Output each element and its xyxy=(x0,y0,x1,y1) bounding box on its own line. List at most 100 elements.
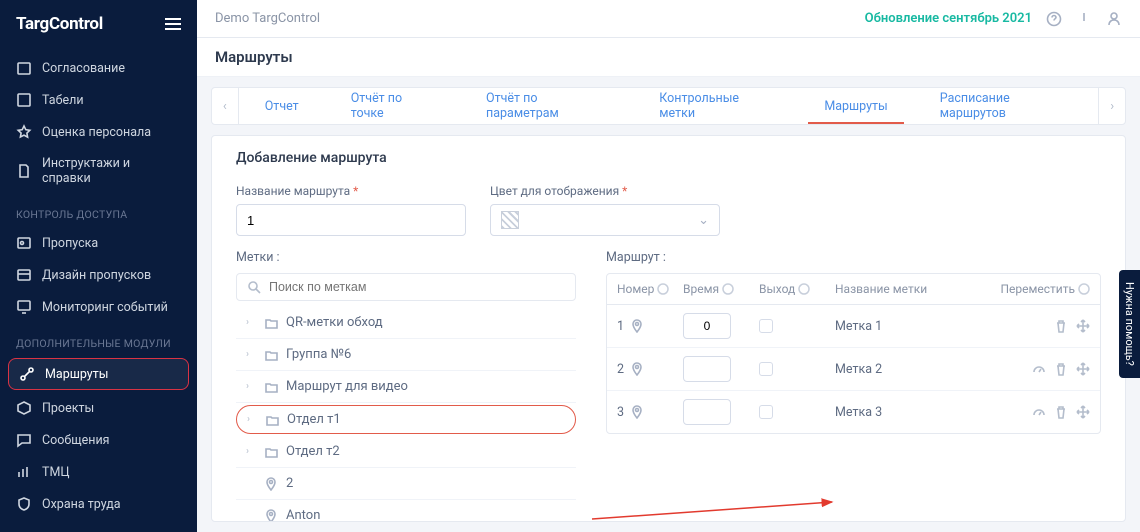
route-icon xyxy=(19,366,35,382)
tree-item-label: 2 xyxy=(286,476,293,491)
tree-item-label: QR-метки обход xyxy=(286,315,383,330)
menu-toggle-icon[interactable] xyxy=(165,18,181,30)
page-title: Маршруты xyxy=(197,38,1140,77)
help-tab[interactable]: Нужна помощь? xyxy=(1119,270,1140,378)
sidebar-item-routes[interactable]: Маршруты xyxy=(8,358,189,390)
chevron-down-icon: ⌄ xyxy=(698,213,709,228)
grid-icon xyxy=(16,92,32,108)
tree-item-label: Группа №6 xyxy=(286,347,351,362)
demo-label: Demo TargControl xyxy=(215,11,320,26)
tree-item-label: Anton xyxy=(286,508,320,522)
color-label: Цвет для отображения * xyxy=(490,184,720,198)
section-access: КОНТРОЛЬ ДОСТУПА xyxy=(0,194,197,227)
exit-checkbox[interactable] xyxy=(759,405,773,419)
route-row: 1Метка 1 xyxy=(607,305,1100,348)
logo: TargControl xyxy=(16,14,103,34)
sidebar-item-passes[interactable]: Пропуска xyxy=(0,227,197,259)
tree-item[interactable]: ›Отдел т2 xyxy=(236,436,576,468)
update-link[interactable]: Обновление сентябрь 2021 xyxy=(865,11,1032,26)
folder-icon xyxy=(264,445,278,459)
route-table: Номер Время Выход Название метки Перемес… xyxy=(606,273,1101,434)
sidebar-item-briefings[interactable]: Инструктажи и справки xyxy=(0,148,197,194)
gauge-icon[interactable] xyxy=(1032,362,1046,376)
trash-icon[interactable] xyxy=(1054,319,1068,333)
panel: Добавление маршрута Название маршрута * … xyxy=(211,135,1126,522)
tab-report[interactable]: Отчет xyxy=(239,88,325,124)
folder-icon xyxy=(264,348,278,362)
user-icon[interactable] xyxy=(1106,11,1122,27)
tabs-next[interactable]: › xyxy=(1098,88,1125,124)
route-name-label: Название маршрута * xyxy=(236,184,466,198)
doc-icon xyxy=(16,163,32,179)
tab-checkpoints[interactable]: Контрольные метки xyxy=(633,88,798,124)
sidebar-item-rating[interactable]: Оценка персонала xyxy=(0,116,197,148)
tree-item[interactable]: ›Маршрут для видео xyxy=(236,371,576,403)
time-input[interactable] xyxy=(683,356,731,382)
tag-search[interactable] xyxy=(236,273,576,301)
tabs-prev[interactable]: ‹ xyxy=(212,88,239,124)
tree-item[interactable]: Anton xyxy=(236,500,576,522)
panel-title: Добавление маршрута xyxy=(236,150,1101,166)
cube-icon xyxy=(16,400,32,416)
tree-item-label: Отдел т2 xyxy=(286,444,340,459)
sidebar-item-pass-design[interactable]: Дизайн пропусков xyxy=(0,259,197,291)
sidebar-item-approval[interactable]: Согласование xyxy=(0,52,197,84)
trash-icon[interactable] xyxy=(1054,362,1068,376)
chart-icon xyxy=(16,464,32,480)
pin-icon xyxy=(630,362,644,376)
sidebar-item-safety[interactable]: Охрана труда xyxy=(0,488,197,520)
tree-item[interactable]: ›Группа №6 xyxy=(236,339,576,371)
pin-icon xyxy=(630,405,644,419)
move-icon[interactable] xyxy=(1076,405,1090,419)
help-icon[interactable] xyxy=(1046,11,1062,27)
main: Demo TargControl Обновление сентябрь 202… xyxy=(197,0,1140,532)
route-label: Маршрут : xyxy=(606,250,1101,265)
trash-icon[interactable] xyxy=(1054,405,1068,419)
sidebar-item-assets[interactable]: ТМЦ xyxy=(0,456,197,488)
folder-icon xyxy=(264,380,278,394)
tag-search-input[interactable] xyxy=(269,280,565,294)
tabs: ‹ Отчет Отчёт по точке Отчёт по параметр… xyxy=(211,87,1126,125)
time-input[interactable] xyxy=(683,313,731,339)
tree-item[interactable]: 2 xyxy=(236,468,576,500)
tree-item-label: Маршрут для видео xyxy=(286,379,408,394)
exit-checkbox[interactable] xyxy=(759,362,773,376)
tab-report-params[interactable]: Отчёт по параметрам xyxy=(460,88,633,124)
tags-label: Метки : xyxy=(236,250,576,265)
tab-schedule[interactable]: Расписание маршрутов xyxy=(914,88,1099,124)
thermometer-icon[interactable] xyxy=(1076,11,1092,27)
folder-icon xyxy=(264,316,278,330)
move-icon[interactable] xyxy=(1076,362,1090,376)
sidebar-item-messages[interactable]: Сообщения xyxy=(0,424,197,456)
sidebar-item-timesheets[interactable]: Табели xyxy=(0,84,197,116)
pin-icon xyxy=(264,477,278,491)
route-row: 3Метка 3 xyxy=(607,391,1100,433)
sidebar-item-monitoring[interactable]: Мониторинг событий xyxy=(0,291,197,323)
tab-report-point[interactable]: Отчёт по точке xyxy=(325,88,460,124)
pin-icon xyxy=(630,319,644,333)
chat-icon xyxy=(16,432,32,448)
route-row: 2Метка 2 xyxy=(607,348,1100,391)
folder-icon xyxy=(265,413,279,427)
topbar: Demo TargControl Обновление сентябрь 202… xyxy=(197,0,1140,38)
star-icon xyxy=(16,124,32,140)
layout-icon xyxy=(16,267,32,283)
route-row-name: Метка 1 xyxy=(835,319,994,334)
sidebar-item-projects[interactable]: Проекты xyxy=(0,392,197,424)
gauge-icon[interactable] xyxy=(1032,405,1046,419)
time-input[interactable] xyxy=(683,399,731,425)
exit-checkbox[interactable] xyxy=(759,319,773,333)
color-swatch xyxy=(501,211,519,229)
sidebar: TargControl Согласование Табели Оценка п… xyxy=(0,0,197,532)
tree-item-label: Отдел т1 xyxy=(287,412,341,427)
color-select[interactable]: ⌄ xyxy=(490,204,720,236)
tree-item[interactable]: ›Отдел т1 xyxy=(236,405,576,434)
monitor-icon xyxy=(16,299,32,315)
tab-routes[interactable]: Маршруты xyxy=(798,88,913,124)
route-name-input[interactable] xyxy=(236,204,466,236)
shield-icon xyxy=(16,496,32,512)
section-extra: ДОПОЛНИТЕЛЬНЫЕ МОДУЛИ xyxy=(0,323,197,356)
move-icon[interactable] xyxy=(1076,319,1090,333)
tree-item[interactable]: ›QR-метки обход xyxy=(236,307,576,339)
route-row-name: Метка 3 xyxy=(835,405,994,420)
